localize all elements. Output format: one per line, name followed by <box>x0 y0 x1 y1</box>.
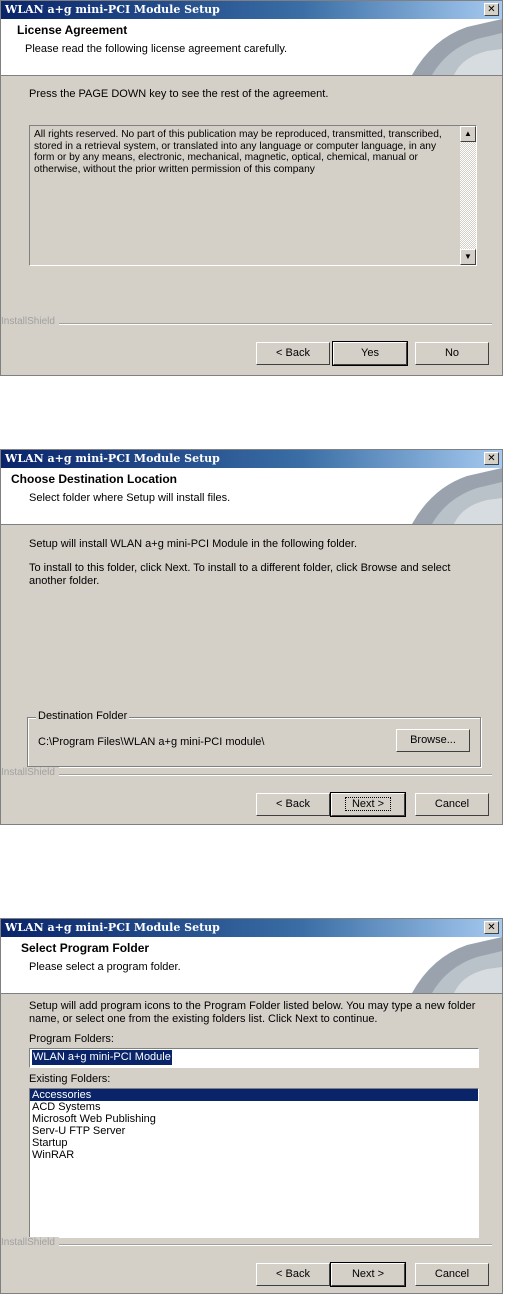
program-folder-titlebar[interactable]: WLAN a+g mini-PCI Module Setup ✕ <box>1 919 502 937</box>
browse-button[interactable]: Browse... <box>396 729 470 752</box>
program-folder-input[interactable]: WLAN a+g mini-PCI Module <box>29 1048 479 1068</box>
list-item[interactable]: Serv-U FTP Server <box>30 1125 478 1137</box>
page-title: License Agreement <box>17 23 128 37</box>
destination-folder-group: Destination Folder C:\Program Files\WLAN… <box>27 710 481 767</box>
installshield-header-graphic <box>412 19 502 75</box>
next-button[interactable]: Next > <box>330 792 406 817</box>
list-item[interactable]: WinRAR <box>30 1149 478 1161</box>
destination-dialog: WLAN a+g mini-PCI Module Setup ✕ Choose … <box>0 449 503 825</box>
cancel-button[interactable]: Cancel <box>415 793 489 816</box>
program-folder-value: WLAN a+g mini-PCI Module <box>32 1050 172 1065</box>
existing-folders-list[interactable]: Accessories ACD Systems Microsoft Web Pu… <box>29 1088 479 1238</box>
installshield-divider: InstallShield <box>1 767 492 778</box>
program-folder-header: Select Program Folder Please select a pr… <box>1 937 502 994</box>
instruction-text: Press the PAGE DOWN key to see the rest … <box>29 88 329 100</box>
destination-header: Choose Destination Location Select folde… <box>1 468 502 525</box>
destination-titlebar[interactable]: WLAN a+g mini-PCI Module Setup ✕ <box>1 450 502 468</box>
page-subtitle: Please read the following license agreem… <box>25 43 288 55</box>
back-button[interactable]: < Back <box>256 342 330 365</box>
cancel-button[interactable]: Cancel <box>415 1263 489 1286</box>
installshield-brand: InstallShield <box>1 767 59 778</box>
page-subtitle: Please select a program folder. <box>29 961 181 973</box>
setup-info-text: Setup will install WLAN a+g mini-PCI Mod… <box>29 538 358 550</box>
installshield-header-graphic <box>412 937 502 993</box>
list-item[interactable]: ACD Systems <box>30 1101 478 1113</box>
license-text: All rights reserved. No part of this pub… <box>34 129 442 175</box>
installshield-divider: InstallShield <box>1 1237 492 1248</box>
license-text-box[interactable]: All rights reserved. No part of this pub… <box>29 125 477 266</box>
window-title: WLAN a+g mini-PCI Module Setup <box>5 921 220 934</box>
yes-button[interactable]: Yes <box>332 341 408 366</box>
no-button[interactable]: No <box>415 342 489 365</box>
page-subtitle: Select folder where Setup will install f… <box>29 492 231 504</box>
license-titlebar[interactable]: WLAN a+g mini-PCI Module Setup ✕ <box>1 1 502 19</box>
installshield-header-graphic <box>412 468 502 524</box>
list-item[interactable]: Microsoft Web Publishing <box>30 1113 478 1125</box>
close-icon[interactable]: ✕ <box>484 921 499 934</box>
folder-instruction-text: To install to this folder, click Next. T… <box>29 562 451 587</box>
destination-folder-path: C:\Program Files\WLAN a+g mini-PCI modul… <box>38 736 265 748</box>
back-button[interactable]: < Back <box>256 793 330 816</box>
page-title: Select Program Folder <box>21 941 150 955</box>
license-header: License Agreement Please read the follow… <box>1 19 502 76</box>
license-scrollbar[interactable]: ▲ ▼ <box>460 126 476 265</box>
back-button[interactable]: < Back <box>256 1263 330 1286</box>
window-title: WLAN a+g mini-PCI Module Setup <box>5 452 220 465</box>
instruction-text: Setup will add program icons to the Prog… <box>29 1000 476 1025</box>
scroll-up-arrow-icon[interactable]: ▲ <box>460 126 476 142</box>
window-title: WLAN a+g mini-PCI Module Setup <box>5 3 220 16</box>
list-item[interactable]: Accessories <box>30 1089 478 1101</box>
program-folders-label: Program Folders: <box>29 1033 114 1045</box>
license-dialog: WLAN a+g mini-PCI Module Setup ✕ License… <box>0 0 503 376</box>
close-icon[interactable]: ✕ <box>484 3 499 16</box>
page-title: Choose Destination Location <box>11 472 178 486</box>
close-icon[interactable]: ✕ <box>484 452 499 465</box>
program-folder-dialog: WLAN a+g mini-PCI Module Setup ✕ Select … <box>0 918 503 1294</box>
installshield-brand: InstallShield <box>1 316 59 327</box>
installshield-divider: InstallShield <box>1 316 492 327</box>
scroll-down-arrow-icon[interactable]: ▼ <box>460 249 476 265</box>
destination-folder-label: Destination Folder <box>36 710 130 722</box>
next-button[interactable]: Next > <box>330 1262 406 1287</box>
list-item[interactable]: Startup <box>30 1137 478 1149</box>
existing-folders-label: Existing Folders: <box>29 1073 111 1085</box>
installshield-brand: InstallShield <box>1 1237 59 1248</box>
